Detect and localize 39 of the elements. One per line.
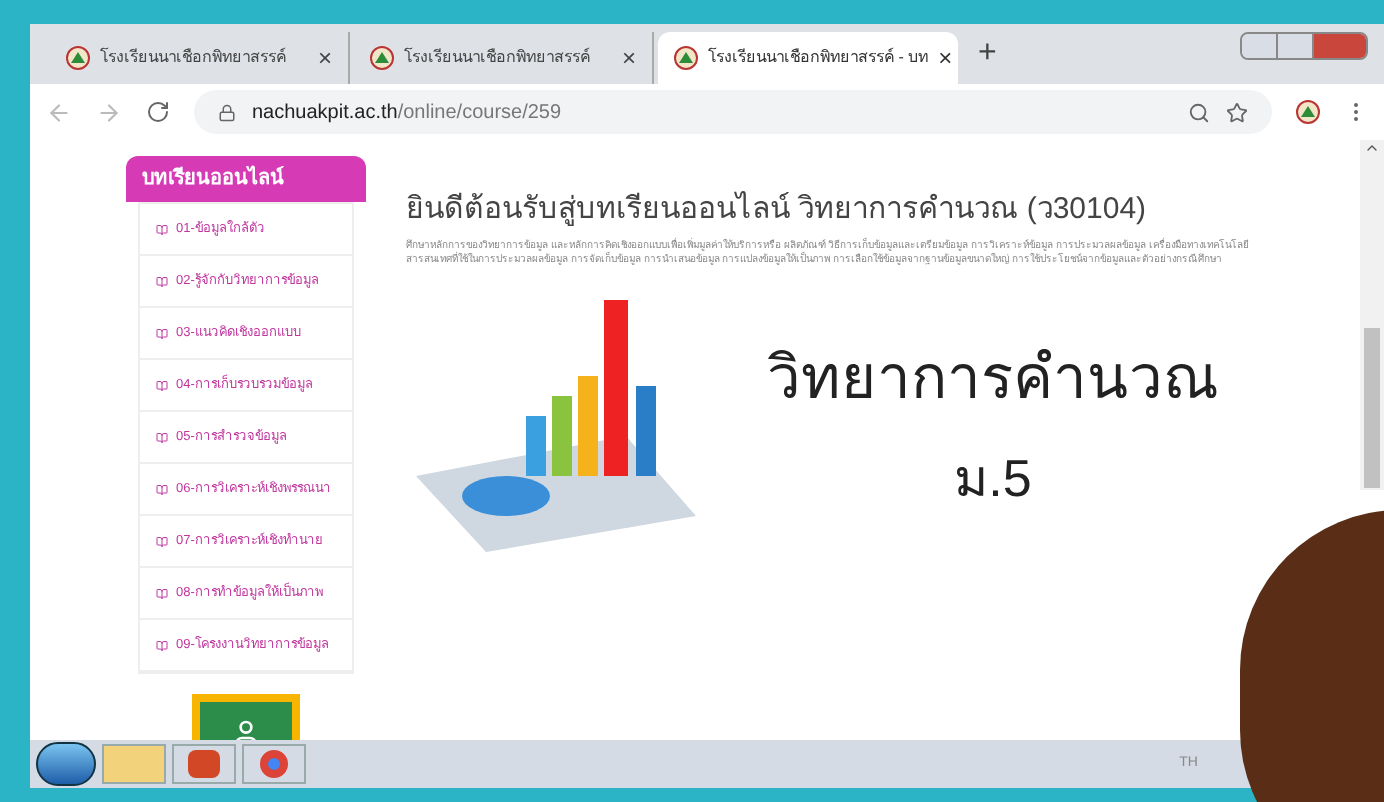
- banner-title: วิทยาการคำนวณ: [767, 343, 1219, 415]
- book-icon: [156, 223, 168, 235]
- tab-close-button[interactable]: ×: [317, 40, 332, 76]
- book-icon: [156, 275, 168, 287]
- book-icon: [156, 379, 168, 391]
- presentation-app-icon[interactable]: [172, 744, 236, 784]
- search-icon[interactable]: [1188, 101, 1210, 123]
- school-logo-icon: [370, 46, 394, 70]
- new-tab-button[interactable]: +: [978, 30, 997, 78]
- book-icon: [156, 535, 168, 547]
- address-bar[interactable]: nachuakpit.ac.th/online/course/259: [194, 90, 1272, 134]
- school-logo-icon: [1296, 100, 1320, 124]
- browser-app-icon[interactable]: [242, 744, 306, 784]
- book-icon: [156, 431, 168, 443]
- banner-subtitle: ม.5: [954, 445, 1032, 511]
- reload-icon[interactable]: [146, 100, 170, 124]
- book-icon: [156, 587, 168, 599]
- forward-icon[interactable]: [96, 99, 122, 125]
- lock-icon: [218, 103, 236, 121]
- start-button[interactable]: [36, 742, 96, 786]
- browser-tab[interactable]: โรงเรียนนาเชือกพิทยาสรรค์ - บท ×: [658, 32, 958, 84]
- school-logo-icon: [674, 46, 698, 70]
- scrollbar[interactable]: [1360, 140, 1384, 490]
- url-text: nachuakpit.ac.th/online/course/259: [252, 99, 562, 127]
- book-icon: [156, 483, 168, 495]
- back-icon[interactable]: [46, 99, 72, 125]
- tab-close-button[interactable]: ×: [621, 40, 636, 76]
- tab-title: โรงเรียนนาเชือกพิทยาสรรค์: [404, 46, 592, 70]
- sidebar-header: บทเรียนออนไลน์: [126, 156, 366, 202]
- tab-close-button[interactable]: ×: [938, 40, 953, 76]
- bookmark-star-icon[interactable]: [1226, 101, 1248, 123]
- tab-title: โรงเรียนนาเชือกพิทยาสรรค์: [100, 46, 288, 70]
- scroll-up-icon[interactable]: [1364, 140, 1380, 156]
- tab-title: โรงเรียนนาเชือกพิทยาสรรค์ - บท: [708, 46, 929, 70]
- page-heading: ยินดีต้อนรับสู่บทเรียนออนไลน์ วิทยาการคำนวณ (ว30104): [406, 189, 1149, 230]
- book-icon: [156, 327, 168, 339]
- book-icon: [156, 639, 168, 651]
- school-logo-icon: [66, 46, 90, 70]
- window-controls-drawing[interactable]: [1240, 32, 1368, 60]
